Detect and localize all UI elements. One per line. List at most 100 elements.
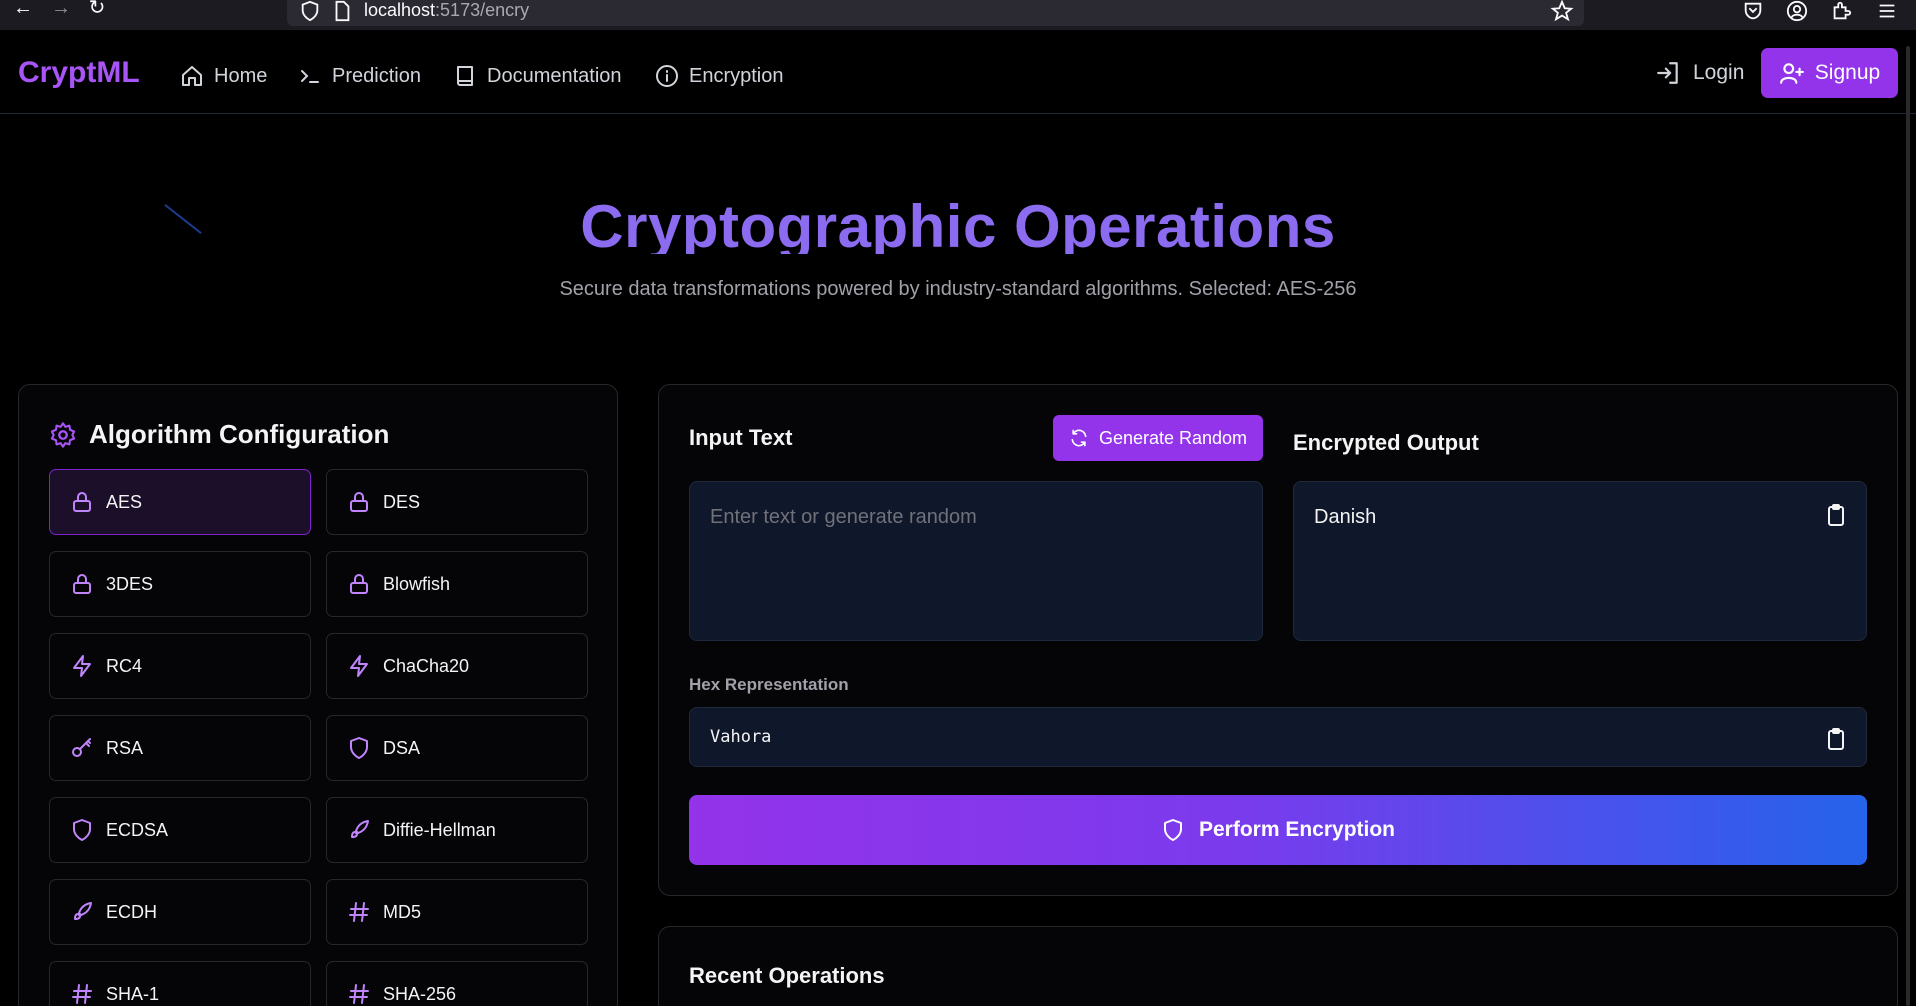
user-plus-icon (1779, 63, 1804, 84)
login-button[interactable]: Login (1655, 60, 1744, 86)
hash-icon (349, 984, 369, 1004)
algorithm-config-title: Algorithm Configuration (89, 419, 390, 449)
input-placeholder: Enter text or generate random (710, 506, 977, 528)
nav-encryption-label: Encryption (689, 64, 784, 87)
nav-home-label: Home (214, 64, 268, 87)
hash-icon (72, 984, 92, 1004)
algo-des-label: DES (383, 491, 421, 512)
algo-chacha20[interactable]: ChaCha20 (326, 633, 588, 699)
algo-md5-label: MD5 (383, 901, 422, 922)
pocket-icon[interactable] (1740, 0, 1766, 22)
lock-icon (73, 492, 91, 512)
recent-operations-title: Recent Operations (689, 963, 885, 988)
book-icon (457, 66, 473, 86)
algo-md5[interactable]: MD5 (326, 879, 588, 945)
url-host: localhost (364, 0, 436, 20)
lock-icon (350, 574, 368, 594)
refresh-icon (1071, 429, 1087, 447)
account-icon[interactable] (1784, 0, 1810, 22)
algo-3des[interactable]: 3DES (49, 551, 311, 617)
algo-diffie-hellman-label: Diffie-Hellman (383, 819, 496, 840)
lock-icon (73, 574, 91, 594)
signup-button[interactable]: Signup (1761, 48, 1898, 98)
hex-representation-label: Hex Representation (689, 675, 849, 694)
algo-rsa[interactable]: RSA (49, 715, 311, 781)
algo-chacha20-label: ChaCha20 (383, 655, 470, 676)
nav-encryption[interactable]: Encryption (655, 60, 784, 92)
page-icon (335, 0, 350, 22)
algo-sha-1-label: SHA-1 (106, 983, 160, 1004)
algo-ecdsa-label: ECDSA (106, 819, 169, 840)
perform-encryption-label: Perform Encryption (1198, 818, 1396, 841)
nav-documentation-label: Documentation (487, 64, 622, 87)
recent-operations-card: Recent Operations (658, 926, 1898, 1006)
algo-ecdsa[interactable]: ECDSA (49, 797, 311, 863)
rocket-icon (74, 902, 92, 920)
browser-toolbar: ← → ↻ localhost:5173/encry (0, 0, 1916, 30)
algorithm-config-card: Algorithm Configuration AES DES 3DES Blo… (18, 384, 618, 1006)
encrypted-output-box: Danish (1293, 481, 1867, 641)
algo-sha-256[interactable]: SHA-256 (326, 961, 588, 1006)
login-label: Login (1693, 61, 1745, 84)
nav-documentation[interactable]: Documentation (453, 60, 622, 92)
algo-dsa-label: DSA (383, 737, 421, 758)
algo-aes[interactable]: AES (49, 469, 311, 535)
algorithm-config-heading: Algorithm Configuration (49, 419, 389, 450)
forward-icon[interactable]: → (46, 0, 76, 20)
algo-rc4-label: RC4 (106, 655, 143, 676)
nav-prediction[interactable]: Prediction (298, 60, 421, 92)
signup-label: Signup (1814, 61, 1881, 84)
operation-card: Input Text Generate Random Encrypted Out… (658, 384, 1898, 896)
shield-icon[interactable] (297, 0, 323, 22)
url-path: :5173/encry (435, 0, 530, 20)
login-icon (1657, 62, 1678, 84)
page-scrollbar[interactable] (1906, 46, 1910, 1006)
shield-icon (350, 737, 368, 759)
nav-prediction-label: Prediction (332, 64, 421, 87)
input-text-area[interactable]: Enter text or generate random (689, 481, 1263, 641)
extensions-icon[interactable] (1828, 0, 1854, 22)
input-text-label: Input Text (689, 425, 793, 450)
algo-diffie-hellman[interactable]: Diffie-Hellman (326, 797, 588, 863)
reload-icon[interactable]: ↻ (82, 0, 112, 20)
algo-sha-256-label: SHA-256 (383, 983, 457, 1004)
url-text[interactable]: localhost:5173/encry (364, 0, 529, 20)
home-icon (182, 66, 202, 86)
algo-blowfish[interactable]: Blowfish (326, 551, 588, 617)
logo[interactable]: CryptML (18, 56, 140, 90)
shield-icon (1163, 819, 1182, 841)
page-title: Cryptographic Operations (580, 193, 1336, 254)
algo-3des-label: 3DES (106, 573, 154, 594)
lock-icon (350, 492, 368, 512)
algo-ecdh[interactable]: ECDH (49, 879, 311, 945)
shield-icon (73, 819, 91, 841)
back-icon[interactable]: ← (8, 0, 38, 20)
generate-random-button[interactable]: Generate Random (1053, 415, 1263, 461)
address-bar[interactable]: localhost:5173/encry (287, 0, 1584, 26)
algo-rsa-label: RSA (106, 737, 144, 758)
key-icon (72, 738, 91, 757)
algo-dsa[interactable]: DSA (326, 715, 588, 781)
terminal-icon (301, 70, 319, 83)
app-header: CryptML Home Prediction Documentation En… (0, 32, 1916, 114)
gear-icon (50, 421, 76, 448)
encrypted-output-value: Danish (1314, 506, 1377, 528)
algo-aes-label: AES (106, 491, 143, 512)
encrypted-output-label: Encrypted Output (1293, 430, 1479, 455)
perform-encryption-button[interactable]: Perform Encryption (689, 795, 1867, 865)
algo-ecdh-label: ECDH (106, 901, 158, 922)
menu-icon[interactable] (1874, 0, 1900, 22)
algo-blowfish-label: Blowfish (383, 573, 451, 594)
algo-rc4[interactable]: RC4 (49, 633, 311, 699)
clipboard-icon[interactable] (1824, 502, 1848, 528)
star-icon[interactable] (1549, 0, 1575, 22)
generate-random-label: Generate Random (1098, 427, 1248, 448)
algo-sha-1[interactable]: SHA-1 (49, 961, 311, 1006)
rocket-icon (351, 820, 369, 838)
nav-home[interactable]: Home (180, 60, 267, 92)
hex-value: Vahora (710, 727, 772, 747)
info-icon (656, 65, 678, 87)
clipboard-icon[interactable] (1824, 726, 1848, 752)
hash-icon (349, 902, 369, 922)
algo-des[interactable]: DES (326, 469, 588, 535)
